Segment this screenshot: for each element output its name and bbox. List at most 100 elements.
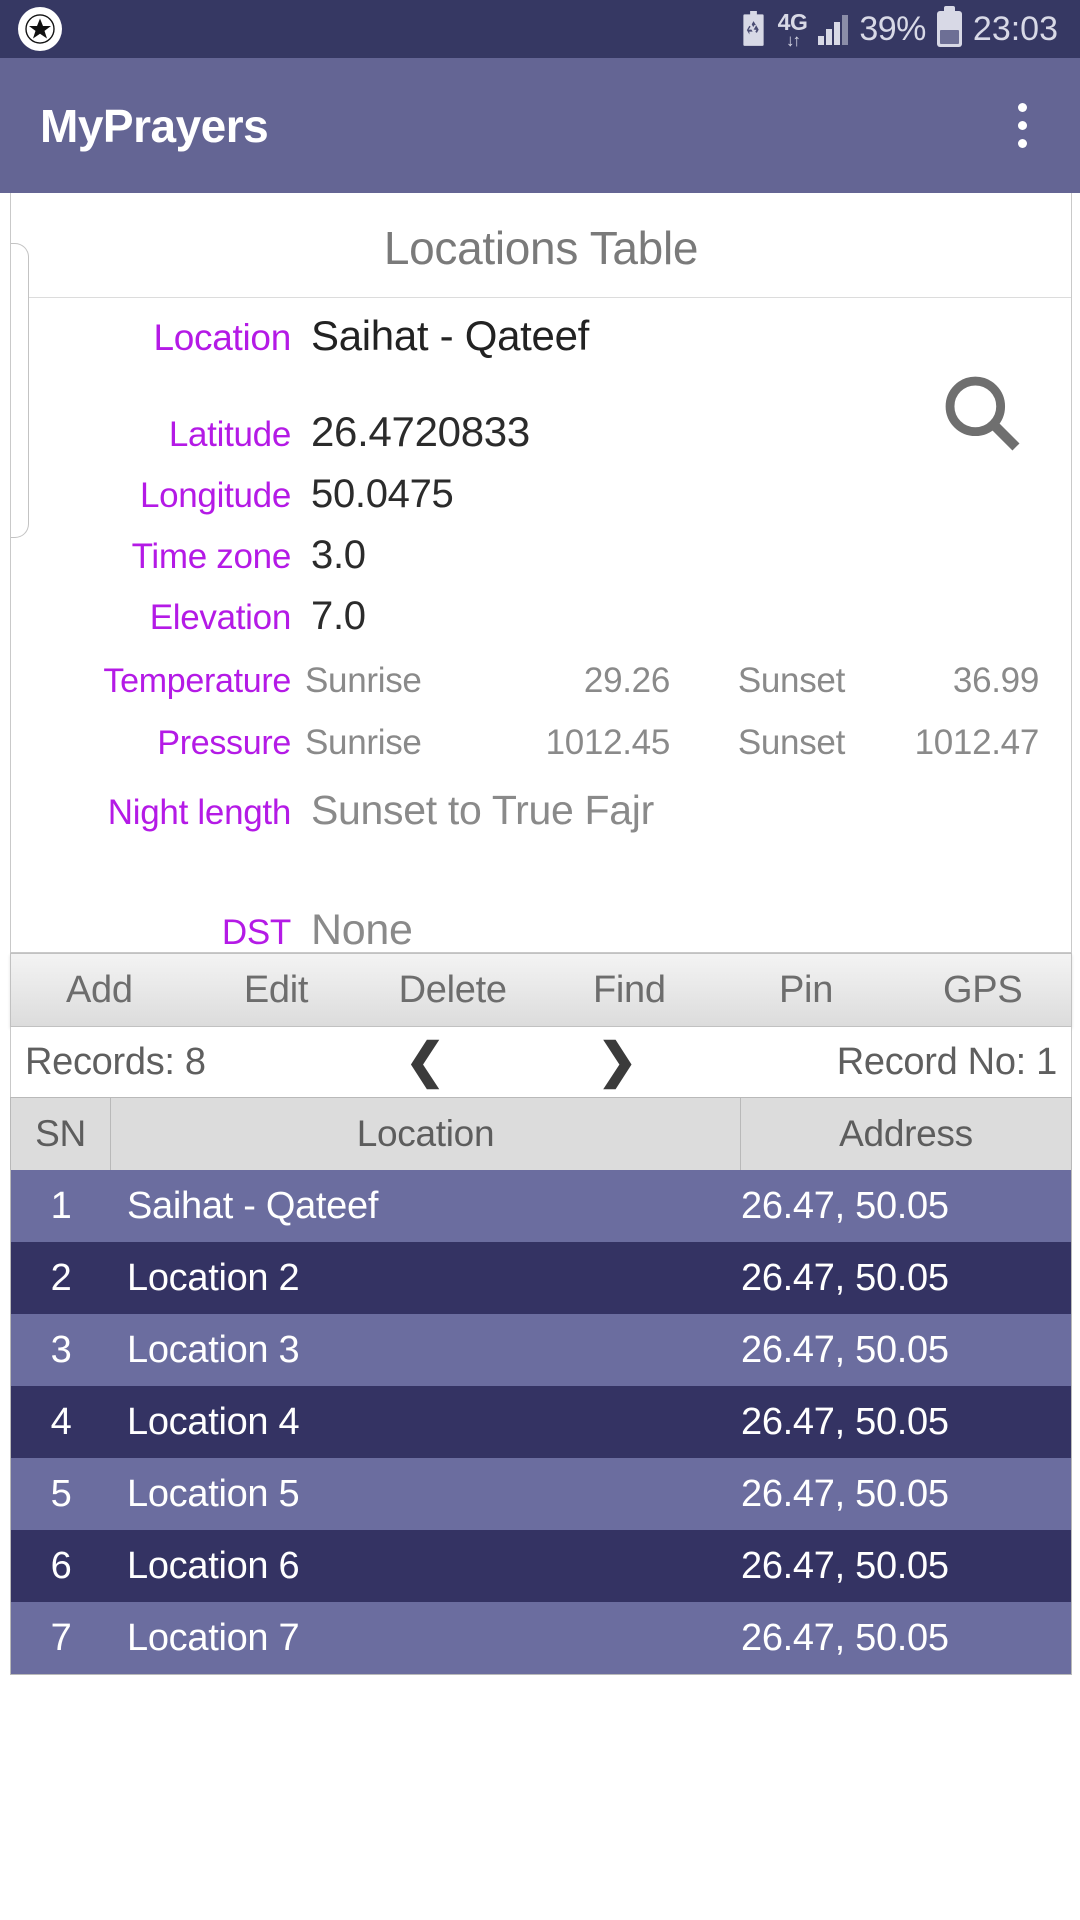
locations-detail-card: Locations Table Location Saihat - Qateef…: [10, 193, 1072, 955]
card-title: Locations Table: [11, 193, 1071, 298]
find-button[interactable]: Find: [541, 969, 718, 1012]
temperature-sunset-label: Sunset: [737, 661, 845, 700]
battery-icon: [936, 6, 962, 47]
cell-location: Location 4: [127, 1400, 300, 1443]
cell-sn: 2: [50, 1256, 72, 1299]
detail-card-wrapper: Locations Table Location Saihat - Qateef…: [0, 193, 1080, 955]
action-bar: Add Edit Delete Find Pin GPS: [10, 953, 1072, 1027]
field-pressure-cells: Sunrise 1012.45 Sunset 1012.47: [291, 723, 1071, 763]
temperature-sunrise-label: Sunrise: [305, 661, 422, 700]
cell-location: Location 3: [127, 1328, 300, 1371]
field-longitude-label: Longitude: [139, 476, 291, 515]
cell-sn: 3: [50, 1328, 72, 1371]
cell-address: 26.47, 50.05: [741, 1544, 949, 1587]
cell-location: Saihat - Qateef: [127, 1184, 379, 1227]
field-dst-value: None: [311, 906, 413, 954]
temperature-sunrise-value: 29.26: [583, 661, 670, 700]
field-dst-label: DST: [221, 913, 291, 952]
field-latitude: Latitude 26.4720833: [11, 408, 1071, 456]
column-header-sn[interactable]: SN: [11, 1098, 111, 1170]
pressure-sunset-value: 1012.47: [914, 723, 1040, 762]
column-header-location[interactable]: Location: [111, 1098, 741, 1170]
cell-sn: 6: [50, 1544, 72, 1587]
status-icons: 4G ↓↑ 39% 23:03: [740, 6, 1058, 50]
column-header-address[interactable]: Address: [741, 1098, 1071, 1170]
table-row[interactable]: 2 Location 2 26.47, 50.05: [11, 1242, 1071, 1314]
field-night-length: Night length Sunset to True Fajr: [11, 787, 1071, 834]
cell-location: Location 6: [127, 1544, 300, 1587]
chevron-left-icon[interactable]: ❮: [405, 1038, 445, 1086]
cell-location: Location 5: [127, 1472, 300, 1515]
field-elevation-value: 7.0: [311, 594, 366, 638]
table-header-row: SN Location Address: [11, 1098, 1071, 1170]
app-title: MyPrayers: [40, 99, 269, 152]
cell-sn: 1: [50, 1184, 72, 1227]
field-pressure-label: Pressure: [157, 724, 291, 762]
record-number-label: Record No: 1: [836, 1040, 1058, 1083]
field-elevation: Elevation 7.0: [11, 594, 1071, 639]
field-location-value: Saihat - Qateef: [311, 312, 589, 359]
table-row[interactable]: 5 Location 5 26.47, 50.05: [11, 1458, 1071, 1530]
field-pressure: Pressure Sunrise 1012.45 Sunset 1012.47: [11, 723, 1071, 763]
table-row[interactable]: 7 Location 7 26.47, 50.05: [11, 1602, 1071, 1674]
locations-table: SN Location Address 1 Saihat - Qateef 26…: [10, 1097, 1072, 1675]
cell-address: 26.47, 50.05: [741, 1472, 949, 1515]
field-time-zone-label: Time zone: [131, 537, 292, 576]
cell-sn: 5: [50, 1472, 72, 1515]
field-night-length-label: Night length: [107, 793, 292, 832]
field-longitude: Longitude 50.0475: [11, 472, 1071, 517]
pressure-sunset-label: Sunset: [737, 723, 845, 762]
status-bar: 4G ↓↑ 39% 23:03: [0, 0, 1080, 58]
signal-bars-icon: [818, 13, 849, 45]
cell-address: 26.47, 50.05: [741, 1256, 949, 1299]
records-bar: Records: 8 ❮ ❯ Record No: 1: [10, 1027, 1072, 1097]
data-arrows-icon: ↓↑: [786, 30, 801, 50]
field-location-label: Location: [153, 317, 292, 358]
table-row[interactable]: 3 Location 3 26.47, 50.05: [11, 1314, 1071, 1386]
field-temperature: Temperature Sunrise 29.26 Sunset 36.99: [11, 661, 1071, 701]
battery-percent-label: 39%: [859, 9, 926, 48]
field-temperature-cells: Sunrise 29.26 Sunset 36.99: [291, 661, 1071, 701]
field-dst: DST None: [11, 906, 1071, 955]
field-temperature-label: Temperature: [103, 662, 291, 700]
field-longitude-value: 50.0475: [311, 472, 454, 516]
table-row[interactable]: 4 Location 4 26.47, 50.05: [11, 1386, 1071, 1458]
cell-sn: 4: [50, 1400, 72, 1443]
network-4g-icon: 4G ↓↑: [777, 8, 808, 50]
detail-fields: Location Saihat - Qateef Latitude 26.472…: [11, 298, 1071, 955]
field-latitude-value: 26.4720833: [311, 408, 530, 455]
cell-address: 26.47, 50.05: [741, 1400, 949, 1443]
cell-address: 26.47, 50.05: [741, 1328, 949, 1371]
delete-button[interactable]: Delete: [364, 969, 541, 1012]
records-count-label: Records: 8: [25, 1040, 206, 1083]
edit-button[interactable]: Edit: [188, 969, 365, 1012]
app-bar: MyPrayers: [0, 58, 1080, 193]
field-time-zone-value: 3.0: [311, 533, 366, 577]
field-latitude-label: Latitude: [168, 415, 291, 454]
search-icon[interactable]: [937, 368, 1029, 460]
side-drawer-handle[interactable]: [11, 243, 29, 538]
star-badge-icon: [18, 7, 62, 51]
cell-address: 26.47, 50.05: [741, 1184, 949, 1227]
field-elevation-label: Elevation: [149, 598, 292, 637]
cell-location: Location 2: [127, 1256, 300, 1299]
network-type-label: 4G: [777, 8, 808, 35]
field-time-zone: Time zone 3.0: [11, 533, 1071, 578]
temperature-sunset-value: 36.99: [952, 661, 1039, 700]
field-night-length-value: Sunset to True Fajr: [311, 787, 654, 833]
table-row[interactable]: 6 Location 6 26.47, 50.05: [11, 1530, 1071, 1602]
table-row[interactable]: 1 Saihat - Qateef 26.47, 50.05: [11, 1170, 1071, 1242]
gps-button[interactable]: GPS: [894, 969, 1071, 1012]
cell-location: Location 7: [127, 1616, 300, 1659]
clock-label: 23:03: [972, 9, 1058, 48]
cell-address: 26.47, 50.05: [741, 1616, 949, 1659]
chevron-right-icon[interactable]: ❯: [597, 1038, 637, 1086]
pressure-sunrise-label: Sunrise: [305, 723, 422, 762]
pressure-sunrise-value: 1012.45: [545, 723, 671, 762]
pin-button[interactable]: Pin: [718, 969, 895, 1012]
field-location: Location Saihat - Qateef: [11, 312, 1071, 360]
add-button[interactable]: Add: [11, 969, 188, 1012]
battery-saver-icon: [740, 11, 767, 47]
overflow-menu-icon[interactable]: [994, 86, 1050, 166]
cell-sn: 7: [50, 1616, 72, 1659]
